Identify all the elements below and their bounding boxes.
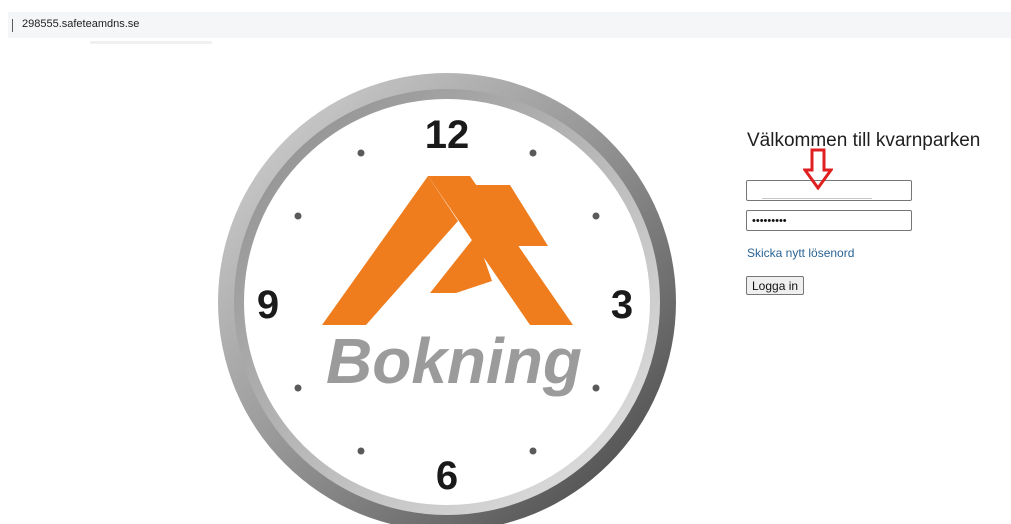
clock-number-3: 3 bbox=[611, 283, 633, 327]
address-url[interactable]: 298555.safeteamdns.se bbox=[22, 18, 139, 30]
password-input[interactable] bbox=[746, 210, 912, 231]
send-new-password-link[interactable]: Skicka nytt lösenord bbox=[747, 246, 854, 260]
text-caret bbox=[12, 19, 13, 32]
brand-text: Bokning bbox=[326, 325, 582, 397]
page: 298555.safeteamdns.se 12 3 6 9 Bokning V… bbox=[0, 0, 1011, 524]
address-bar-underline bbox=[90, 41, 212, 44]
clock-number-9: 9 bbox=[257, 283, 279, 327]
login-button[interactable]: Logga in bbox=[746, 276, 805, 295]
welcome-heading: Välkommen till kvarnparken bbox=[747, 130, 981, 151]
address-bar[interactable]: 298555.safeteamdns.se bbox=[8, 12, 1011, 38]
clock-face bbox=[244, 99, 650, 505]
bokning-clock-logo: 12 3 6 9 Bokning bbox=[218, 73, 676, 524]
clock-number-6: 6 bbox=[436, 454, 458, 498]
clock-number-12: 12 bbox=[425, 113, 470, 157]
redacted-username-line bbox=[762, 198, 872, 199]
down-arrow-outline-icon bbox=[803, 148, 833, 190]
